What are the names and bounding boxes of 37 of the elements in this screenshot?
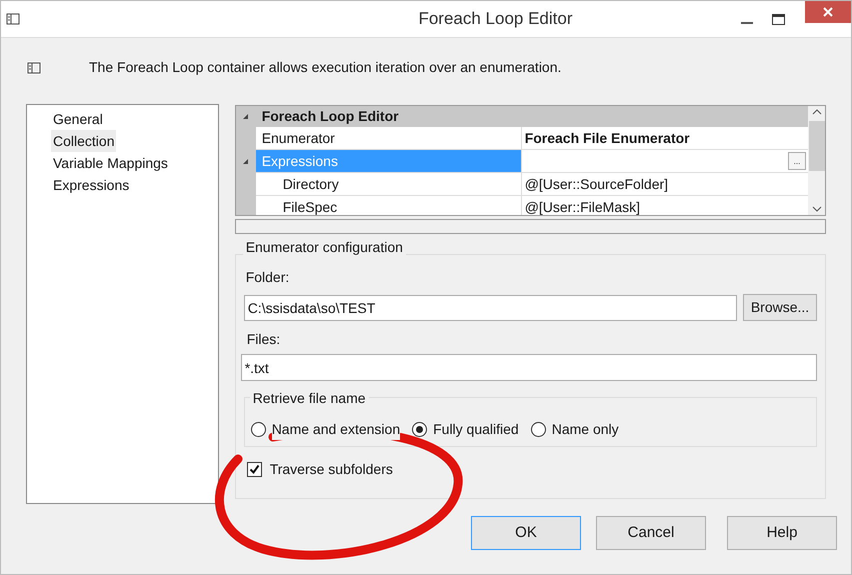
window-title: Foreach Loop Editor [418, 8, 573, 30]
scroll-down-icon[interactable] [812, 206, 822, 212]
scrollbar[interactable] [808, 106, 825, 215]
expand-arrow-icon[interactable] [242, 113, 250, 120]
radio-button[interactable] [412, 422, 428, 436]
field-label: Files: [246, 330, 282, 349]
dialog-button[interactable]: Cancel [596, 516, 706, 550]
property-value: Foreach File Enumerator [524, 128, 690, 148]
radio-button[interactable] [530, 422, 546, 436]
property-name[interactable]: Enumerator [256, 127, 522, 150]
close-icon [822, 7, 833, 17]
scroll-up-icon[interactable] [812, 109, 822, 115]
description-text: The Foreach Loop container allows execution iteration over an enumeration. [89, 58, 562, 77]
category-header: Foreach Loop Editor [262, 107, 399, 126]
sidebar-item[interactable]: Collection [51, 130, 116, 152]
expand-arrow-icon[interactable] [242, 158, 250, 165]
radio-button[interactable] [250, 422, 266, 436]
browse-button[interactable]: Browse... [743, 294, 817, 321]
checkbox-label: Traverse subfolders [270, 460, 393, 479]
ellipsis-button[interactable]: ... [788, 152, 806, 170]
app-icon [6, 12, 20, 26]
checkbox[interactable] [246, 462, 262, 477]
property-value: @[User::FileMask] [522, 196, 808, 215]
container-icon [27, 60, 41, 74]
field-label: Folder: [246, 268, 290, 287]
close-button[interactable] [804, 1, 851, 23]
sidebar-item[interactable]: General [51, 108, 105, 130]
sidebar-item[interactable]: Expressions [51, 174, 132, 196]
property-value: @[User::SourceFolder] [522, 173, 808, 196]
sidebar-item[interactable]: Variable Mappings [51, 152, 170, 174]
dialog-button[interactable]: OK [471, 516, 581, 550]
property-name[interactable]: FileSpec [256, 196, 522, 215]
property-name[interactable]: Directory [256, 173, 522, 196]
check-icon [248, 464, 260, 475]
folder-field[interactable]: C:\ssisdata\so\TEST [244, 294, 737, 320]
dialog-button[interactable]: Help [727, 516, 837, 550]
files-field[interactable]: *.txt [240, 354, 817, 381]
